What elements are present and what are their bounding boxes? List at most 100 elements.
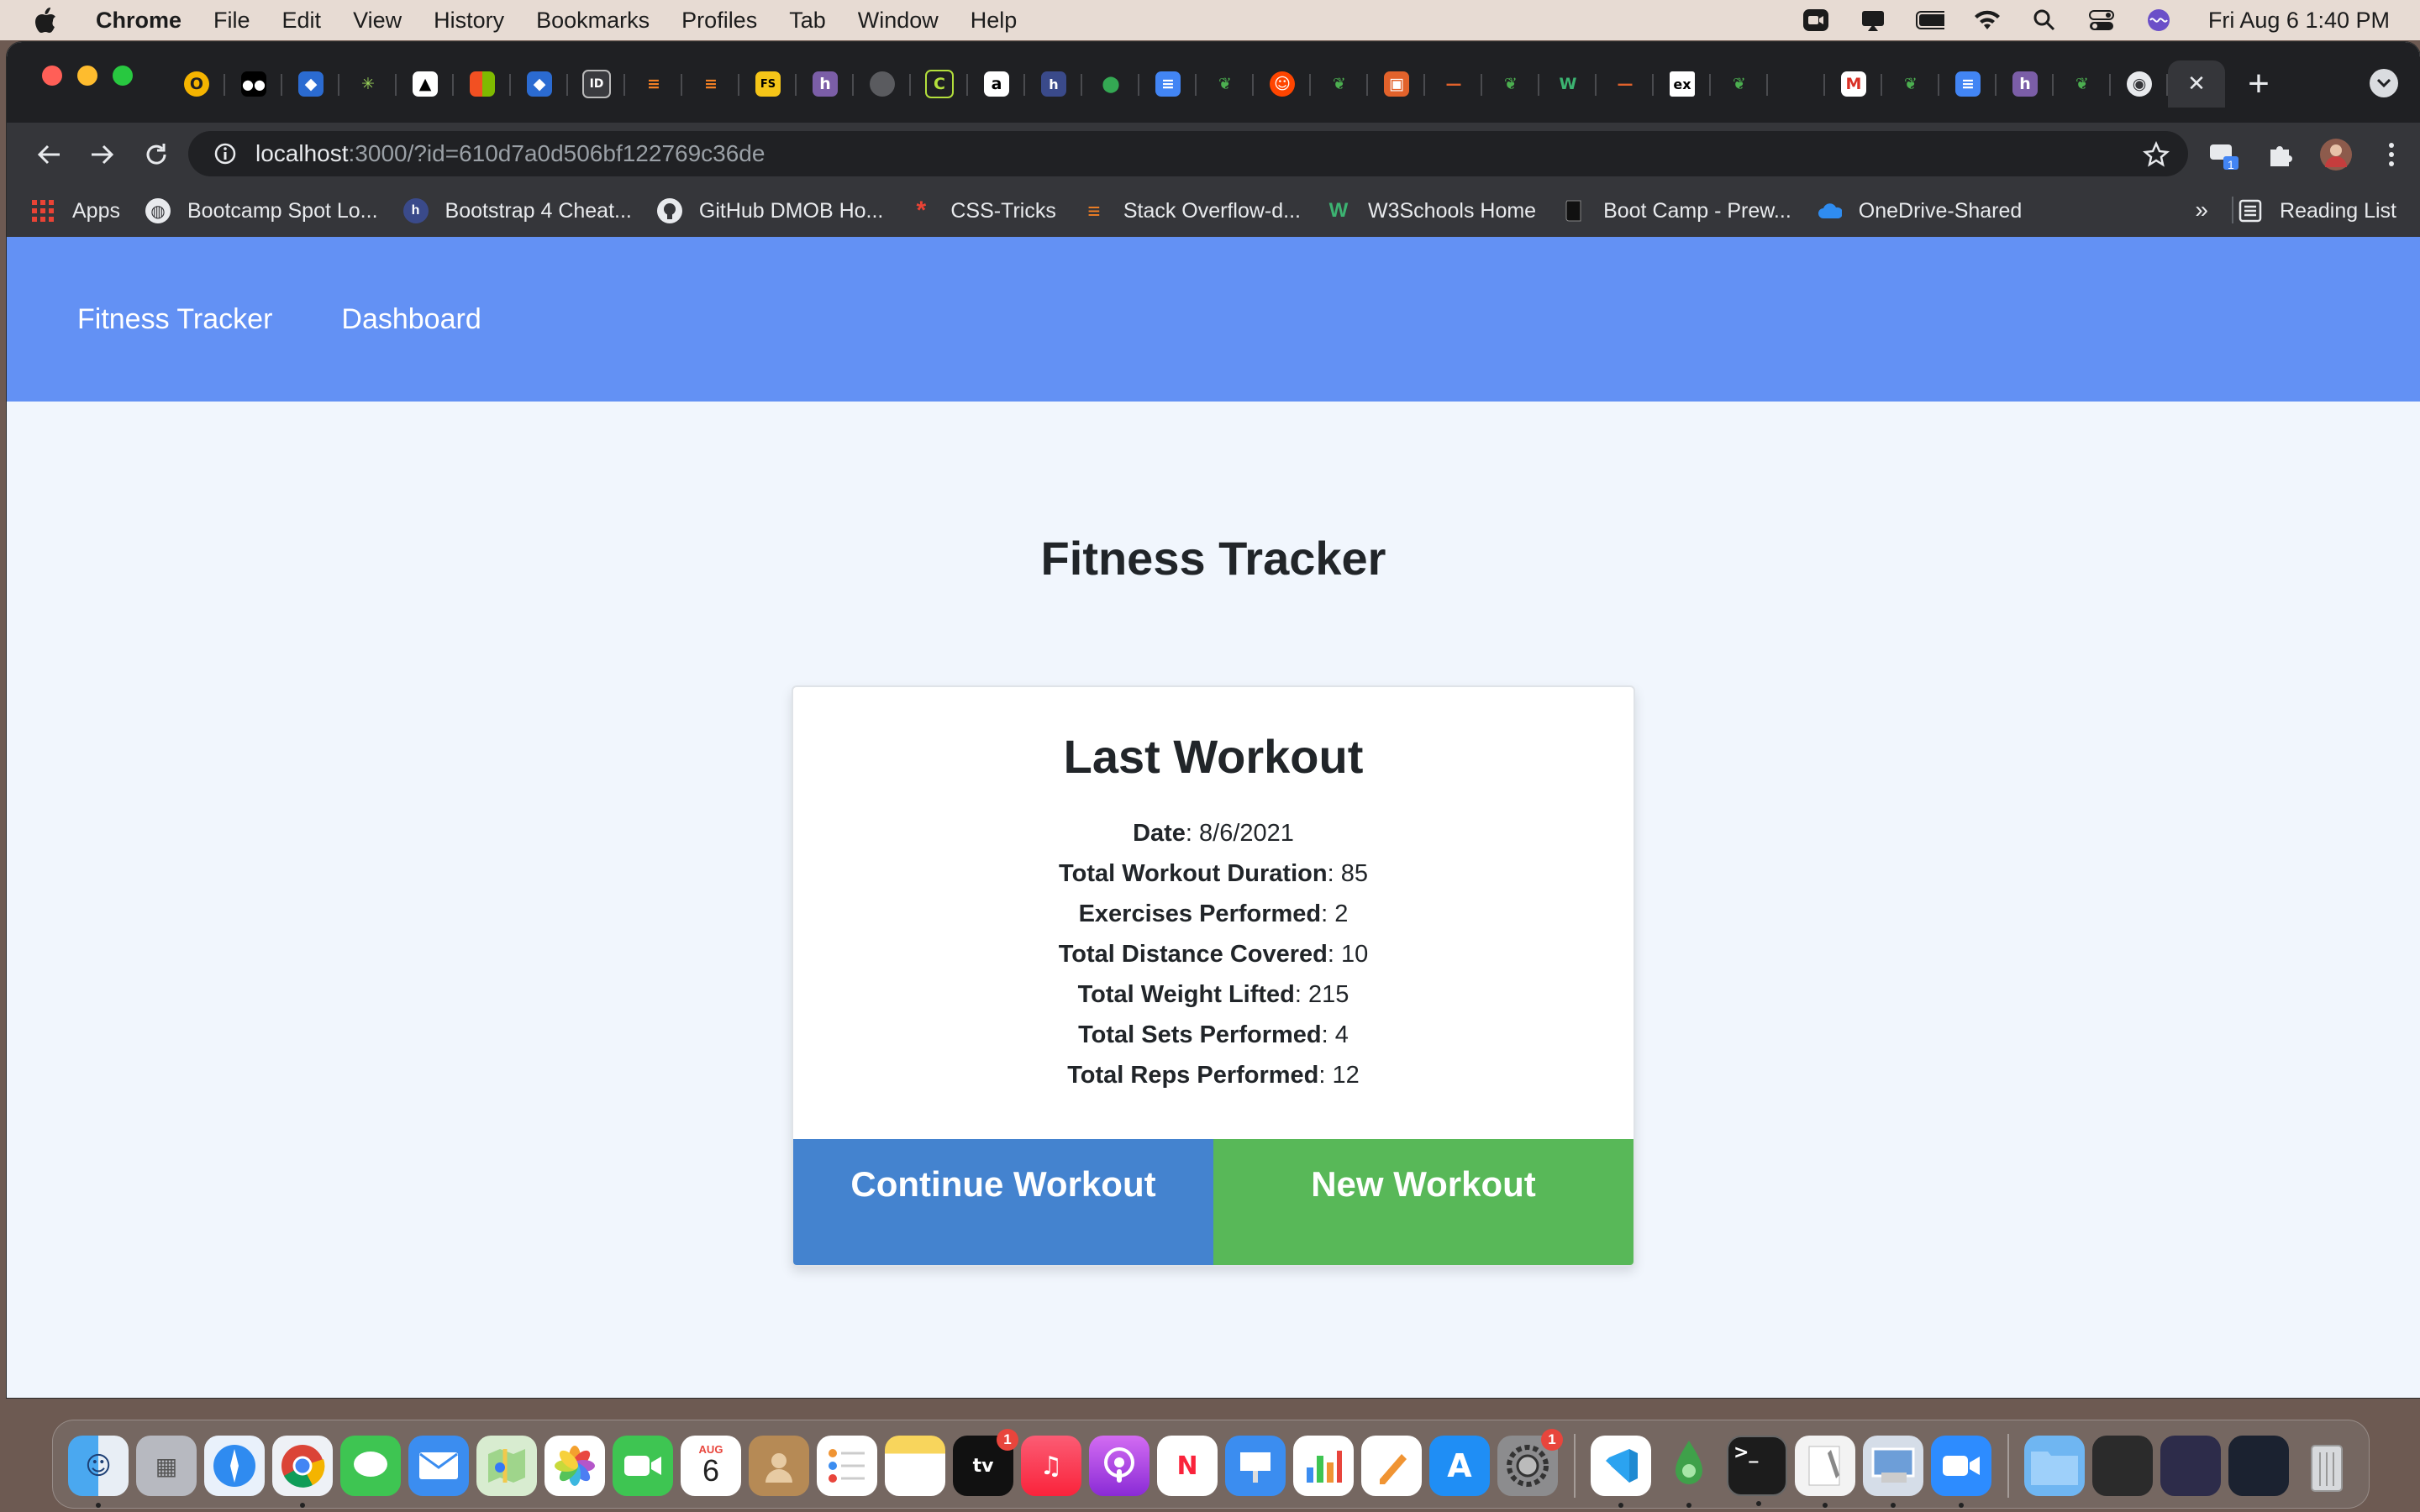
tab[interactable] [1768,60,1825,108]
tab[interactable]: ▲ [397,60,454,108]
menu-app-name[interactable]: Chrome [96,8,182,34]
photos-icon[interactable] [544,1436,605,1496]
chrome-icon[interactable] [272,1436,333,1508]
messages-icon[interactable] [340,1436,401,1496]
recent-window-thumbnail[interactable] [2160,1436,2221,1496]
music-icon[interactable]: ♫ [1021,1436,1081,1496]
tab[interactable] [854,60,911,108]
tab[interactable]: C [911,60,968,108]
nav-brand-link[interactable]: Fitness Tracker [77,303,272,336]
tab[interactable]: O [168,60,225,108]
extensions-puzzle-icon[interactable] [2264,138,2297,171]
bookmark-css-tricks[interactable]: * CSS-Tricks [908,197,1056,224]
tab[interactable]: FS [739,60,797,108]
tab[interactable]: ●● [225,60,282,108]
nav-dashboard-link[interactable]: Dashboard [341,303,481,336]
bookmark-onedrive[interactable]: OneDrive-Shared [1817,198,2022,223]
tab[interactable]: h [1996,60,2054,108]
minimize-window-button[interactable] [77,66,97,86]
tab[interactable]: ❦ [1311,60,1368,108]
more-bookmarks-chevron[interactable]: » [2195,197,2208,223]
menu-edit[interactable]: Edit [282,8,322,34]
app-store-icon[interactable]: A [1429,1436,1490,1496]
apple-tv-icon[interactable]: tv 1 [953,1429,1018,1496]
tab[interactable]: ✳ [339,60,397,108]
recent-window-thumbnail[interactable] [2228,1436,2289,1496]
tab[interactable]: ❦ [1197,60,1254,108]
forward-button[interactable] [86,138,119,171]
extension-icon[interactable]: 1 [2207,138,2240,171]
back-button[interactable] [32,138,66,171]
menu-profiles[interactable]: Profiles [681,8,757,34]
tab[interactable]: ◉ [2111,60,2168,108]
control-center-icon[interactable] [2087,8,2116,33]
vscode-icon[interactable] [1591,1436,1651,1508]
news-icon[interactable]: N [1157,1436,1218,1496]
facetime-icon[interactable] [613,1436,673,1496]
chrome-menu-icon[interactable] [2375,138,2408,171]
tab[interactable]: ◆ [282,60,339,108]
new-tab-button[interactable]: + [2235,60,2282,108]
tab[interactable]: h [797,60,854,108]
tab[interactable]: ≡ [1139,60,1197,108]
contacts-icon[interactable] [749,1436,809,1496]
tab[interactable]: ex [1654,60,1711,108]
system-preferences-icon[interactable]: 1 [1497,1429,1563,1496]
tab[interactable]: h [1025,60,1082,108]
tab[interactable]: a [968,60,1025,108]
podcasts-icon[interactable] [1089,1436,1150,1496]
downloads-folder-icon[interactable] [2024,1436,2085,1496]
zoom-icon[interactable] [1931,1436,1991,1508]
tab-active[interactable]: ✕ [2168,60,2225,108]
maximize-window-button[interactable] [113,66,133,86]
tab[interactable] [454,60,511,108]
tab[interactable]: ≡ [1939,60,1996,108]
tab[interactable]: ID [568,60,625,108]
continue-workout-button[interactable]: Continue Workout [793,1139,1213,1265]
close-tab-icon[interactable]: ✕ [2184,71,2209,97]
finder-icon[interactable]: ☺ [68,1436,129,1508]
reload-button[interactable] [139,138,173,171]
reading-list-button[interactable]: Reading List [2238,185,2396,237]
tab[interactable]: ▣ [1368,60,1425,108]
close-window-button[interactable] [42,66,62,86]
battery-icon[interactable] [1915,8,1944,33]
siri-icon[interactable] [2144,8,2173,33]
spotlight-search-icon[interactable] [2030,8,2059,33]
menu-help[interactable]: Help [971,8,1018,34]
notes-icon[interactable] [885,1436,945,1496]
url-text[interactable]: localhost:3000/?id=610d7a0d506bf122769c3… [255,140,765,167]
keynote-icon[interactable] [1225,1436,1286,1496]
screen-mirroring-icon[interactable] [1859,8,1887,33]
bookmark-bootstrap-cheatsheet[interactable]: h Bootstrap 4 Cheat... [402,198,632,223]
bookmark-star-icon[interactable] [2143,141,2170,168]
bookmark-w3schools[interactable]: W W3Schools Home [1326,198,1536,223]
mongodb-compass-icon[interactable] [1659,1436,1719,1508]
bookmark-boot-camp-prework[interactable]: Boot Camp - Prew... [1561,198,1791,223]
zoom-status-icon[interactable] [1802,8,1830,33]
site-info-icon[interactable] [213,142,237,165]
address-bar[interactable]: localhost:3000/?id=610d7a0d506bf122769c3… [188,131,2188,176]
maps-icon[interactable] [476,1436,537,1496]
tab[interactable]: ☺ [1254,60,1311,108]
apple-menu-icon[interactable] [32,7,59,34]
tab[interactable]: ❦ [2054,60,2111,108]
tab-search-icon[interactable] [2370,69,2398,97]
pages-icon[interactable] [1361,1436,1422,1496]
recent-window-thumbnail[interactable] [2092,1436,2153,1496]
bookmark-apps[interactable]: Apps [30,198,120,223]
safari-icon[interactable] [204,1436,265,1496]
tab[interactable]: ⬤ [1082,60,1139,108]
terminal-icon[interactable]: >_ [1727,1436,1787,1506]
profile-avatar[interactable] [2319,138,2353,171]
tab[interactable]: ◆ [511,60,568,108]
calendar-icon[interactable]: AUG 6 [681,1436,741,1496]
mail-icon[interactable] [408,1436,469,1496]
tab[interactable]: ≡ [625,60,682,108]
menu-view[interactable]: View [353,8,402,34]
preview-icon[interactable] [1863,1436,1923,1508]
tab[interactable]: W [1539,60,1597,108]
tab[interactable]: M [1825,60,1882,108]
menu-history[interactable]: History [434,8,504,34]
tab[interactable]: — [1597,60,1654,108]
